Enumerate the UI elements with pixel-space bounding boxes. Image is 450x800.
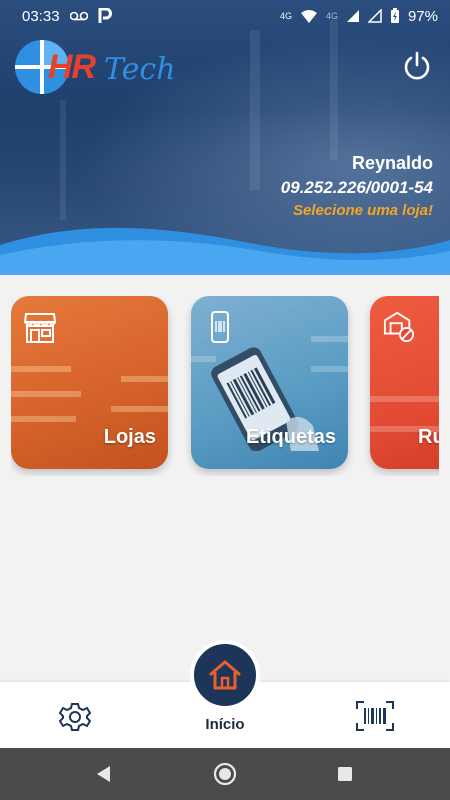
battery-percent: 97% xyxy=(407,7,438,25)
select-store-prompt: Selecione uma loja! xyxy=(292,202,433,219)
network-type-label: 4G xyxy=(279,11,292,21)
box-blocked-icon xyxy=(383,311,415,343)
module-carousel[interactable]: Lojas Etiquetas Ru xyxy=(11,296,439,476)
recent-apps-icon[interactable] xyxy=(337,766,353,782)
signal-icon xyxy=(346,10,359,22)
card-ruptura[interactable]: Ru xyxy=(370,296,439,469)
user-name: Reynaldo xyxy=(351,153,433,173)
user-info: Reynaldo 09.252.226/0001-54 Selecione um… xyxy=(281,153,433,219)
card-label: Lojas xyxy=(103,426,156,448)
hrtech-logo: HR Tech xyxy=(12,38,182,96)
wifi-icon xyxy=(300,10,317,23)
home-circle-icon[interactable] xyxy=(213,762,237,786)
battery-icon xyxy=(390,8,399,23)
wave-decoration xyxy=(0,227,450,275)
parking-notification-icon xyxy=(98,8,112,23)
house-icon xyxy=(209,660,241,690)
network-type-label-2: 4G xyxy=(325,11,338,21)
logo-text-tech: Tech xyxy=(104,52,176,87)
power-button[interactable] xyxy=(402,50,432,82)
user-cnpj: 09.252.226/0001-54 xyxy=(280,178,433,197)
home-button[interactable] xyxy=(190,640,260,710)
status-bar: 03:33 4G 4G 97% xyxy=(0,0,450,32)
home-label: Início xyxy=(205,716,245,733)
card-label: Ru xyxy=(418,426,439,448)
card-lojas[interactable]: Lojas xyxy=(11,296,168,469)
storefront-icon xyxy=(24,313,56,343)
card-label: Etiquetas xyxy=(245,426,336,448)
signal-icon-2 xyxy=(367,9,382,23)
phone-barcode-icon xyxy=(211,311,229,343)
back-icon[interactable] xyxy=(95,765,113,783)
system-navigation-bar xyxy=(0,748,450,800)
clock: 03:33 xyxy=(22,7,60,25)
card-etiquetas[interactable]: Etiquetas xyxy=(191,296,348,469)
power-icon xyxy=(404,51,430,80)
header-banner: 03:33 4G 4G 97% HR Tech Reynaldo 09.252.… xyxy=(0,0,450,275)
voicemail-icon xyxy=(69,11,88,21)
logo-text-hr: HR xyxy=(48,48,96,86)
